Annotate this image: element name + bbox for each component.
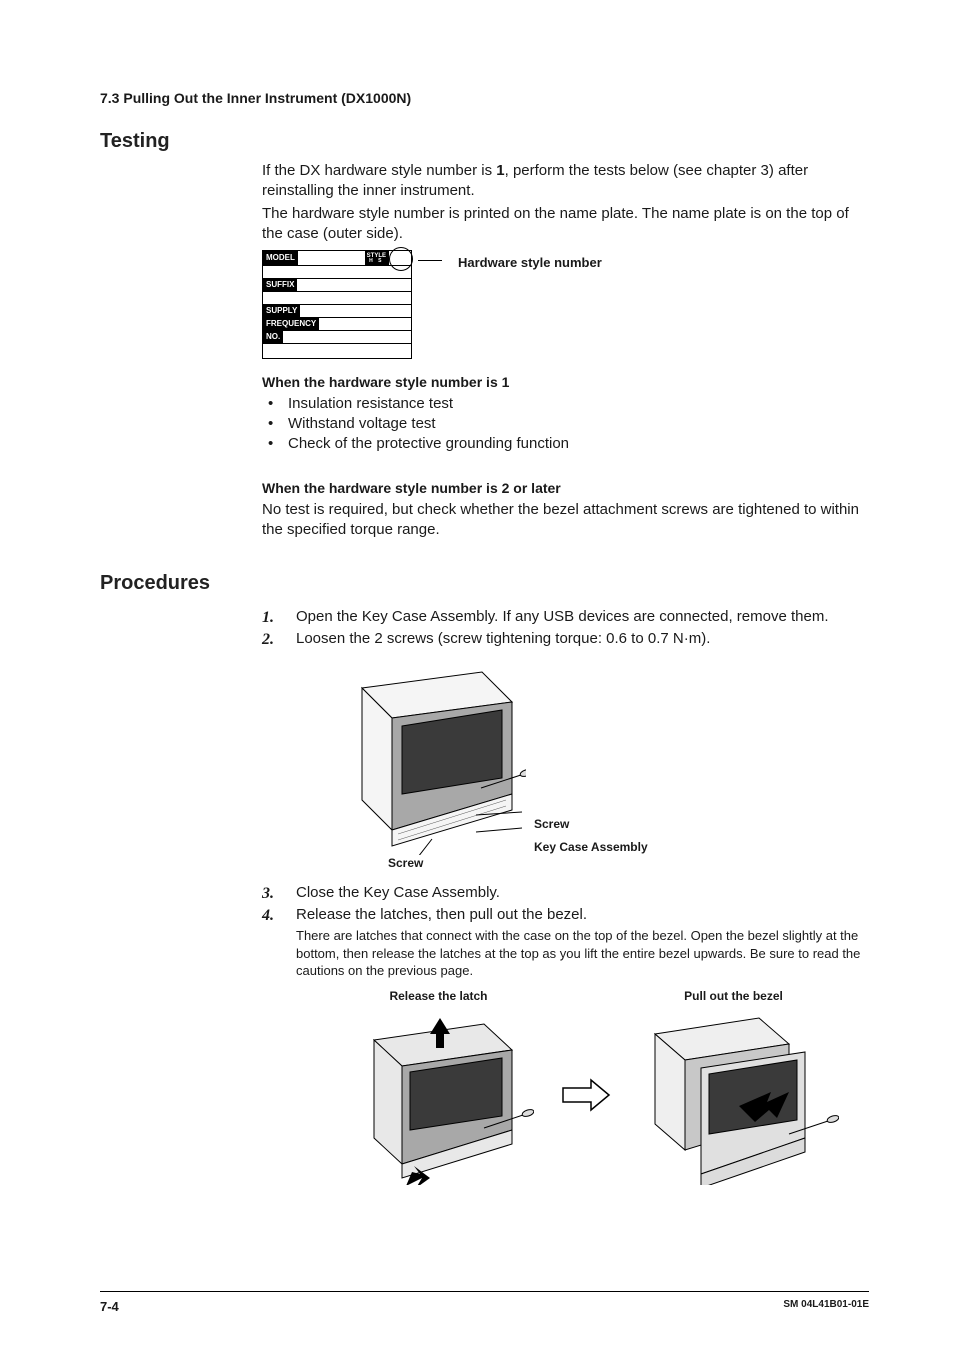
figure-unit-screws: Screw Screw Key Case Assembly xyxy=(326,660,869,871)
nameplate-diagram: MODEL STYLE H S SUFFIX SUPPLY FREQUENCY … xyxy=(262,250,869,359)
page-footer: 7-4 SM 04L41B01-01E xyxy=(100,1299,869,1314)
label-screw-left: Screw xyxy=(388,855,423,871)
circle-callout-icon xyxy=(389,247,413,271)
caption-release-latch: Release the latch xyxy=(389,988,487,1004)
text-style-2: No test is required, but check whether t… xyxy=(262,500,869,541)
step-text: Open the Key Case Assembly. If any USB d… xyxy=(296,608,829,625)
step-text: Loosen the 2 screws (screw tightening to… xyxy=(296,630,710,647)
list-item: Insulation resistance test xyxy=(262,394,869,414)
np-style-header: STYLE H S xyxy=(365,251,388,265)
list-item: Withstand voltage test xyxy=(262,414,869,434)
np-label-no: NO. xyxy=(263,331,283,343)
nameplate-caption: Hardware style number xyxy=(458,254,602,272)
diagram-unit-front xyxy=(326,660,526,855)
diagram-release-latch xyxy=(344,1010,534,1185)
subhead-style-2: When the hardware style number is 2 or l… xyxy=(262,479,869,498)
np-label-model: MODEL xyxy=(263,251,298,265)
procedure-steps: Open the Key Case Assembly. If any USB d… xyxy=(262,607,869,1185)
arrow-right-icon xyxy=(561,1078,611,1118)
text: If the DX hardware style number is xyxy=(262,162,496,179)
subhead-style-1: When the hardware style number is 1 xyxy=(262,373,869,392)
label-screw-right: Screw xyxy=(534,816,569,832)
testing-intro-1: If the DX hardware style number is 1, pe… xyxy=(262,161,869,202)
step-text: Close the Key Case Assembly. xyxy=(296,884,500,901)
step-4-note: There are latches that connect with the … xyxy=(296,927,869,980)
np-label-frequency: FREQUENCY xyxy=(263,318,319,330)
np-label-suffix: SUFFIX xyxy=(263,279,297,291)
leader-line-icon xyxy=(428,250,442,264)
footer-rule xyxy=(100,1291,869,1292)
figure-latch-bezel: Release the latch xyxy=(326,988,846,1185)
tests-list-style-1: Insulation resistance test Withstand vol… xyxy=(262,394,869,455)
list-item: Check of the protective grounding functi… xyxy=(262,434,869,454)
caption-pull-out-bezel: Pull out the bezel xyxy=(684,988,783,1004)
document-id: SM 04L41B01-01E xyxy=(783,1299,869,1314)
nameplate-table: MODEL STYLE H S SUFFIX SUPPLY FREQUENCY … xyxy=(262,250,412,359)
section-header: 7.3 Pulling Out the Inner Instrument (DX… xyxy=(100,90,869,106)
testing-intro-2: The hardware style number is printed on … xyxy=(262,204,869,245)
step-3: Close the Key Case Assembly. xyxy=(262,883,869,903)
label-key-case-assembly: Key Case Assembly xyxy=(534,839,648,855)
diagram-pull-out-bezel xyxy=(629,1010,839,1185)
step-2: Loosen the 2 screws (screw tightening to… xyxy=(262,629,869,870)
bold-one: 1 xyxy=(496,162,504,179)
step-text: Release the latches, then pull out the b… xyxy=(296,906,587,923)
page-number: 7-4 xyxy=(100,1299,119,1314)
heading-testing: Testing xyxy=(100,130,869,153)
np-style-box xyxy=(388,251,411,265)
step-4: Release the latches, then pull out the b… xyxy=(262,905,869,1185)
step-1: Open the Key Case Assembly. If any USB d… xyxy=(262,607,869,627)
heading-procedures: Procedures xyxy=(100,572,869,595)
np-label-supply: SUPPLY xyxy=(263,305,300,317)
